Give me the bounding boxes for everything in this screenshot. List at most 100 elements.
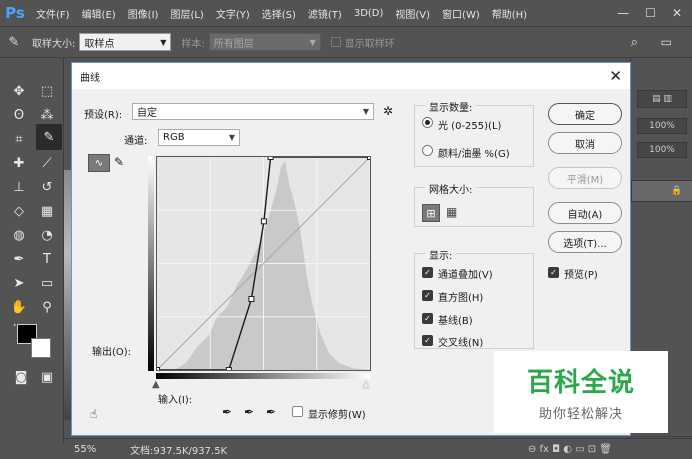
black-point-slider[interactable]: ▲	[152, 379, 160, 390]
curve-point-3[interactable]	[260, 218, 267, 225]
lasso-tool-icon[interactable]: ʘ	[8, 104, 30, 126]
panel-icons[interactable]: ▤ ▥	[637, 90, 687, 108]
show-ring-checkbox[interactable]	[330, 37, 341, 47]
pigment-label: 颜料/油墨 %(G)	[438, 149, 510, 160]
intersection-checkbox[interactable]: ✓	[422, 335, 433, 346]
rectangle-tool-icon[interactable]: ▭	[36, 272, 58, 294]
layer-row[interactable]: 🔒	[631, 180, 692, 202]
preview-checkbox[interactable]: ✓	[548, 267, 559, 278]
output-gradient	[148, 156, 154, 371]
curve-point-tool-icon[interactable]: ∿	[88, 154, 110, 172]
magic-wand-icon[interactable]: ⁂	[36, 104, 58, 126]
black-eyedropper-icon[interactable]: ✒	[222, 405, 232, 419]
pencil-tool-icon[interactable]: ✎	[114, 155, 124, 169]
close-icon[interactable]: ✕	[609, 67, 622, 85]
dodge-tool-icon[interactable]: ◔	[36, 224, 58, 246]
gradient-tool-icon[interactable]: ▦	[36, 200, 58, 222]
hand-tool-icon[interactable]: ✋	[8, 296, 30, 318]
dialog-titlebar: 曲线 ✕	[72, 63, 630, 89]
pen-tool-icon[interactable]: ✒	[8, 248, 30, 270]
detailed-grid-icon[interactable]: ▦	[446, 205, 457, 219]
white-eyedropper-icon[interactable]: ✒	[266, 405, 276, 419]
menu-view[interactable]: 视图(V)	[389, 6, 436, 21]
menu-layer[interactable]: 图层(L)	[164, 6, 209, 21]
sample-select[interactable]: 所有图层 ▼	[208, 33, 321, 51]
channel-overlays-label: 通道叠加(V)	[438, 270, 493, 281]
menu-select[interactable]: 选择(S)	[256, 6, 302, 21]
show-clipping-label: 显示修剪(W)	[308, 410, 366, 421]
auto-button[interactable]: 自动(A)	[548, 202, 622, 224]
white-point-slider[interactable]: △	[362, 379, 370, 390]
move-tool-icon[interactable]: ✥	[8, 80, 30, 102]
pigment-radio[interactable]	[422, 145, 433, 156]
channel-select[interactable]: RGB ▼	[158, 129, 240, 146]
options-button[interactable]: 选项(T)...	[548, 231, 622, 253]
zoom-tool-icon[interactable]: ⚲	[36, 296, 58, 318]
workspace-icon[interactable]: ▭	[661, 35, 672, 49]
curve-point-4[interactable]	[267, 157, 274, 160]
close-window-button[interactable]: ✕	[672, 6, 682, 20]
menu-type[interactable]: 文字(Y)	[210, 6, 256, 21]
menu-3d[interactable]: 3D(D)	[348, 8, 390, 19]
brush-tool-icon[interactable]: ⟋	[36, 152, 58, 174]
histogram-checkbox[interactable]: ✓	[422, 290, 433, 301]
grid-size-title: 网格大小:	[425, 181, 477, 196]
curve-svg[interactable]	[157, 157, 370, 370]
output-label: 输出(O):	[92, 347, 132, 358]
background-color-swatch[interactable]	[31, 338, 51, 358]
curve-graph[interactable]	[156, 156, 371, 371]
sample-size-value: 取样点	[84, 38, 115, 50]
search-icon[interactable]: ⌕	[631, 35, 638, 50]
path-select-icon[interactable]: ➤	[8, 272, 30, 294]
light-label: 光 (0-255)(L)	[438, 121, 502, 132]
curve-point-0[interactable]	[157, 367, 160, 371]
type-tool-icon[interactable]: T	[36, 248, 58, 270]
menu-image[interactable]: 图像(I)	[122, 6, 165, 21]
sample-size-select[interactable]: 取样点 ▼	[79, 33, 172, 51]
stamp-tool-icon[interactable]: ⊥	[8, 176, 30, 198]
simple-grid-icon[interactable]: ⊞	[422, 204, 440, 222]
menu-filter[interactable]: 滤镜(T)	[302, 6, 348, 21]
menu-help[interactable]: 帮助(H)	[486, 6, 533, 21]
target-adjust-icon[interactable]: ☝	[90, 407, 97, 421]
eyedropper-tool-icon[interactable]: ✎	[0, 35, 28, 50]
gear-icon[interactable]: ✲	[383, 104, 393, 118]
preset-select[interactable]: 自定 ▼	[132, 103, 374, 120]
cancel-button[interactable]: 取消	[548, 132, 622, 154]
menu-window[interactable]: 窗口(W)	[436, 6, 486, 21]
zoom-level[interactable]: 55%	[74, 444, 114, 455]
ok-button[interactable]: 确定	[548, 103, 622, 125]
history-brush-icon[interactable]: ↺	[36, 176, 58, 198]
marquee-tool-icon[interactable]: ⬚	[36, 80, 58, 102]
eraser-tool-icon[interactable]: ◇	[8, 200, 30, 222]
panel-divider	[631, 436, 692, 437]
show-clipping-checkbox[interactable]	[292, 406, 303, 417]
gray-eyedropper-icon[interactable]: ✒	[244, 405, 254, 419]
smooth-button[interactable]: 平滑(M)	[548, 167, 622, 189]
chevron-down-icon: ▼	[160, 37, 167, 47]
quick-mask-icon[interactable]: ◙	[10, 366, 32, 388]
healing-brush-icon[interactable]: ✚	[8, 152, 30, 174]
channel-overlays-checkbox[interactable]: ✓	[422, 267, 433, 278]
histogram-label: 直方图(H)	[438, 293, 484, 304]
preview-label: 预览(P)	[564, 270, 598, 281]
menu-file[interactable]: 文件(F)	[30, 6, 76, 21]
fill-field[interactable]: 100%	[637, 142, 687, 158]
screen-mode-icon[interactable]: ▣	[36, 366, 58, 388]
minimize-button[interactable]: —	[617, 6, 629, 20]
blur-tool-icon[interactable]: ◍	[8, 224, 30, 246]
curve-point-2[interactable]	[248, 296, 255, 302]
crop-tool-icon[interactable]: ⌗	[8, 128, 30, 150]
eyedropper-icon[interactable]: ✎	[36, 124, 62, 150]
lock-icon: 🔒	[671, 186, 683, 196]
opacity-field[interactable]: 100%	[637, 118, 687, 134]
toolbox: ✥ ⬚ ʘ ⁂ ⌗ ✎ ✚ ⟋ ⊥ ↺ ◇ ▦ ◍ ◔ ✒ T ➤ ▭ ✋ ⚲ …	[4, 58, 64, 443]
baseline-checkbox[interactable]: ✓	[422, 313, 433, 324]
maximize-button[interactable]: ☐	[645, 6, 656, 20]
curve-point-1[interactable]	[225, 367, 232, 371]
curve-point-5[interactable]	[367, 157, 371, 160]
menu-edit[interactable]: 编辑(E)	[76, 6, 122, 21]
layer-fx-icons[interactable]: ⊖ fx ◘ ◐ ▭ ⊡ 🗑	[528, 444, 612, 455]
channel-value: RGB	[163, 132, 185, 143]
light-radio[interactable]	[422, 117, 433, 128]
